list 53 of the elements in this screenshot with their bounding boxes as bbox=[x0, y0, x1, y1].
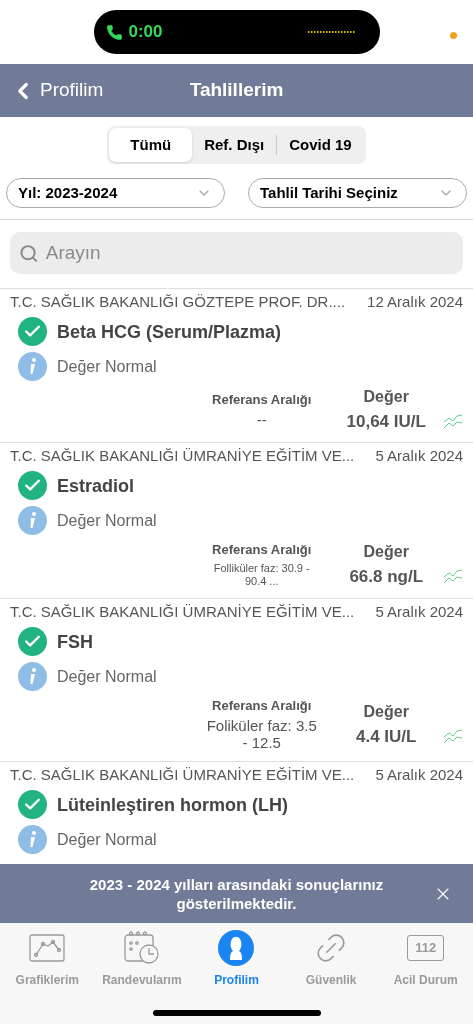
result-date: 5 Aralık 2024 bbox=[375, 765, 463, 784]
info-icon bbox=[18, 352, 47, 381]
reference-range: -- bbox=[255, 411, 268, 428]
search-icon bbox=[19, 242, 39, 264]
person-icon bbox=[218, 930, 255, 966]
status-text: Değer Normal bbox=[57, 829, 157, 850]
trend-icon[interactable] bbox=[443, 414, 463, 430]
call-timer: 0:00 bbox=[128, 21, 163, 44]
result-value: 4.4 IU/L bbox=[356, 726, 417, 747]
column-label: Değer bbox=[363, 543, 409, 561]
result-date: 5 Aralık 2024 bbox=[375, 602, 463, 621]
call-pill[interactable]: 0:00 bbox=[93, 10, 380, 54]
trend-icon[interactable] bbox=[443, 728, 463, 745]
result-value: 66.8 ng/L bbox=[349, 567, 424, 587]
segment-tab[interactable]: Covid 19 bbox=[277, 128, 364, 162]
result-value: 10,64 IU/L bbox=[346, 412, 426, 432]
trend-icon[interactable] bbox=[443, 569, 463, 585]
info-icon bbox=[18, 662, 47, 691]
banner-message: 2023 - 2024 yılları arasındaki sonuçlarınız gösterilmektedir. bbox=[88, 874, 385, 913]
test-name[interactable]: FSH bbox=[57, 630, 93, 653]
institution-name: T.C. SAĞLIK BAKANLIĞI GÖZTEPE PROF. DR.... bbox=[10, 292, 346, 311]
column-label: Referans Aralığı bbox=[212, 392, 312, 408]
status-text: Değer Normal bbox=[57, 666, 157, 687]
page-title: Tahlillerim bbox=[189, 78, 284, 103]
institution-name: T.C. SAĞLIK BAKANLIĞI ÜMRANİYE EĞİTİM VE... bbox=[10, 765, 355, 784]
search-input[interactable]: Arayın bbox=[45, 238, 454, 268]
search-field[interactable]: Arayın bbox=[10, 232, 463, 274]
institution-name: T.C. SAĞLIK BAKANLIĞI ÜMRANİYE EĞİTİM VE... bbox=[10, 602, 355, 621]
test-name[interactable]: Estradiol bbox=[57, 474, 135, 497]
column-label: Değer bbox=[363, 702, 409, 721]
tab-bar-item[interactable]: Profilim bbox=[189, 929, 284, 989]
result-date: 12 Aralık 2024 bbox=[367, 292, 463, 311]
result-date: 5 Aralık 2024 bbox=[375, 446, 463, 465]
line-chart-icon bbox=[29, 934, 66, 962]
institution-name: T.C. SAĞLIK BAKANLIĞI ÜMRANİYE EĞİTİM VE... bbox=[10, 446, 355, 465]
reference-range: Foliküler faz: 3.5 - 12.5 bbox=[205, 717, 318, 751]
back-button[interactable]: Profilim bbox=[10, 76, 104, 105]
test-name[interactable]: Lüteinleştiren hormon (LH) bbox=[57, 793, 288, 816]
status-text: Değer Normal bbox=[57, 356, 157, 377]
segment-tab[interactable]: Tümü bbox=[109, 128, 193, 162]
column-label: Değer bbox=[363, 388, 409, 406]
status-text: Değer Normal bbox=[57, 510, 157, 531]
column-label: Referans Aralığı bbox=[212, 698, 312, 714]
column-label: Referans Aralığı bbox=[212, 542, 312, 558]
calendar-clock-icon bbox=[122, 931, 161, 965]
reference-range: Folliküler faz: 30.9 - 90.4 ... bbox=[212, 562, 311, 588]
waveform-icon bbox=[307, 30, 356, 34]
info-icon bbox=[18, 506, 47, 535]
phone-icon bbox=[105, 23, 123, 41]
segment-tab[interactable]: Ref. Dışı bbox=[192, 128, 277, 162]
emergency-number-icon: 112 bbox=[407, 935, 445, 961]
info-icon bbox=[18, 825, 47, 854]
test-name[interactable]: Beta HCG (Serum/Plazma) bbox=[57, 320, 282, 343]
